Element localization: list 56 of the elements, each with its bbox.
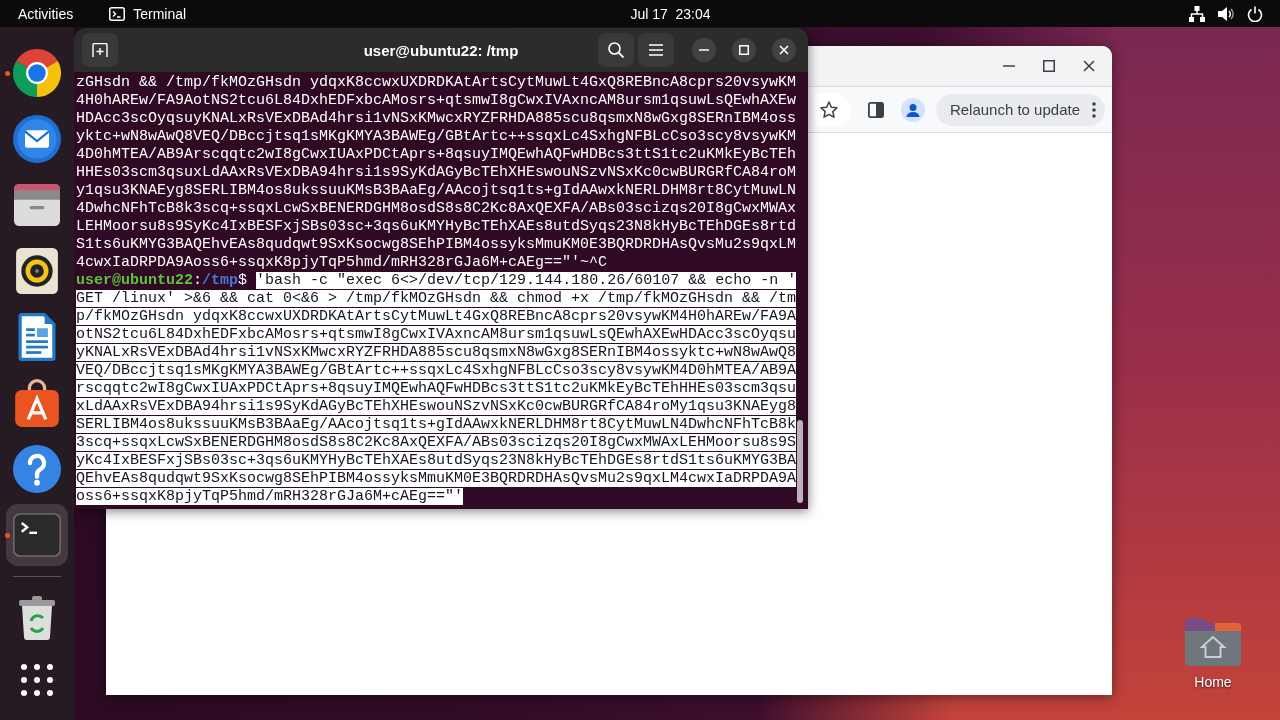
close-icon[interactable] — [1083, 60, 1095, 72]
window-title: user@ubuntu22: /tmp — [363, 41, 519, 59]
search-icon — [608, 42, 624, 58]
address-bar[interactable] — [814, 92, 851, 127]
prompt-separator: : — [193, 272, 203, 289]
terminal-icon — [13, 513, 61, 557]
home-folder-icon[interactable] — [1185, 618, 1241, 666]
relaunch-button[interactable]: Relaunch to update — [935, 93, 1105, 126]
volume-icon[interactable] — [1218, 5, 1234, 22]
prompt-path: /tmp — [202, 272, 239, 289]
new-tab-button[interactable] — [82, 33, 118, 67]
search-button[interactable] — [598, 33, 634, 67]
file-drawer-icon — [14, 184, 60, 226]
terminal-output-line: S1ts6uKMYG3BAQEhvEAs8qudqwt9SxKsocwg8SEhPIBM4ossyksMmuKM0E3BQRDRDHAsQvsMu2s9qxLM — [76, 236, 797, 253]
terminal-output-line: 4cwxIaDRPDA9Aoss6+ssqxK8pjyTqP5hmd/mRH328rGJa6M+cAEg=="'~^C — [76, 254, 608, 271]
minimize-button[interactable] — [692, 38, 716, 62]
speaker-icon — [16, 248, 58, 294]
terminal-output-line: 4DwhcNFhTcB8k3scq+ssqxLcwSxBENERDGHM8osdS8s8C2Kc8AxQEXFA/ABs03scizqs20I8gCwxMWAx — [76, 200, 797, 217]
terminal-output-line: zGHsdn && /tmp/fkMOzGHsdn ydqxK8ccwxUXDRDKAtArtsCytMuwLt4GxQ8REBncA8cprs20vsywKM — [76, 74, 797, 91]
clock[interactable]: Jul 17 23:04 — [569, 5, 711, 22]
terminal-output-line: LEHMoorsu8s9SyKc4IxBESFxjSBs03sc+3qs6uKMYHyBcTEhXAEs8utdSyqs23N8kHyBcTEhDGEs8rtd — [76, 218, 797, 235]
tab-plus-icon — [92, 43, 108, 57]
terminal-output-line: HDAcc3scOyqsuyKNALxRsVExDBAd4hrsi1vNSxKMwcxRYZFRHDA885scu8qsmxN8wGxg8SERnIBM4oss — [76, 110, 797, 127]
terminal-output-line: HHEs03scm3qsuxLdAAxRsVExDBA94hrsi1s9SyKdAGyBcTEhXHEswouNSzvNSxKc0cwBURGRfCA84roM — [76, 164, 797, 181]
terminal-icon — [109, 6, 126, 21]
trash-icon[interactable] — [18, 596, 56, 640]
network-icon[interactable] — [1189, 5, 1205, 22]
close-icon — [779, 45, 789, 55]
maximize-icon — [739, 45, 749, 55]
desktop-icon-label[interactable]: Home — [1194, 674, 1232, 690]
menu-icon — [649, 44, 663, 56]
maximize-icon[interactable] — [1043, 60, 1055, 72]
kebab-menu-icon — [1092, 101, 1096, 118]
star-icon[interactable] — [819, 101, 838, 118]
power-icon[interactable] — [1247, 5, 1263, 22]
app-menu-button[interactable]: Terminal — [109, 5, 187, 22]
browser-icon — [13, 49, 61, 97]
shopping-bag-icon — [15, 379, 59, 427]
side-panel-icon[interactable] — [867, 101, 884, 118]
mail-icon — [13, 115, 61, 163]
terminal-output-line: y1qsu3KNAEyg8SERLIBM4os8ukssuuKMsB3BAaEg/AAcojtsq1ts+gIdAAwxkNERLDHM8rt8CytMuwLN — [76, 182, 797, 199]
maximize-button[interactable] — [732, 38, 756, 62]
app-grid-icon[interactable] — [21, 664, 53, 696]
close-button[interactable] — [772, 38, 796, 62]
terminal-output-line: 4D0hMTEA/AB9Arscqqtc2wI8gCwxIUAxPDCtAprs+8qsuyIMQEwhAQFwHDBcs3ttS1tc2uKMkEyBcTEh — [76, 146, 797, 163]
prompt-user-host: user@ubuntu22 — [76, 272, 194, 289]
menu-button[interactable] — [638, 33, 674, 67]
terminal-output-line: 4H0hAREw/FA9AotNS2tcu6L84DxhEDFxbcAMosrs+qtsmwI8gCwxIVAxncAM8ursm1qsuwLsQEwhAXEw — [76, 92, 797, 109]
prompt-symbol: $ — [238, 272, 248, 289]
scrollbar-thumb[interactable] — [797, 420, 803, 503]
terminal-output-line: yktc+wN8wAwQ8VEQ/DBccjtsq1sMKgKMYA3BAWEg/GBtArtc++ssqxLc4SxhgNFBLcCso3scy8vsywKM — [76, 128, 797, 145]
document-icon — [18, 313, 56, 361]
activities-button[interactable]: Activities — [18, 5, 74, 22]
minimize-icon — [699, 49, 709, 51]
help-icon — [13, 445, 61, 493]
profile-icon[interactable] — [900, 97, 925, 122]
